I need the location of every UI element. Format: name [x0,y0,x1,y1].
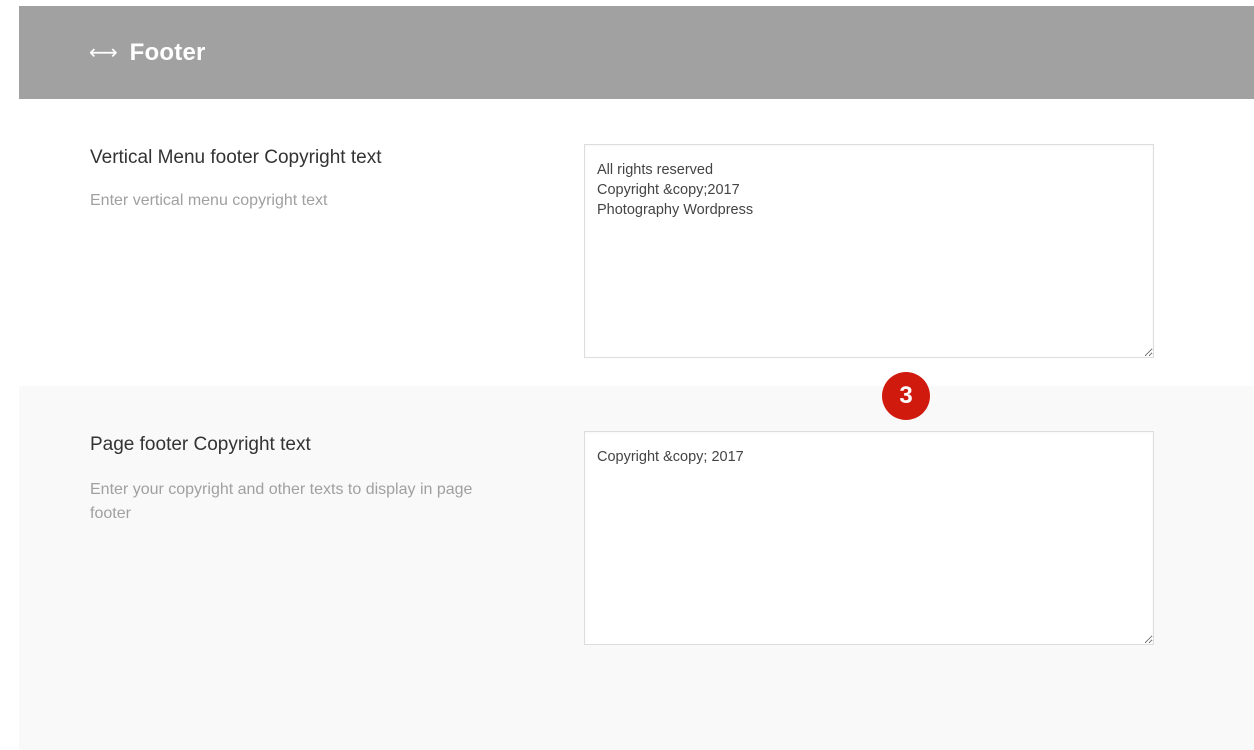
arrows-horizontal-icon: ⟷ [89,41,118,64]
footer-section-header[interactable]: ⟷ Footer [19,6,1254,99]
option-title: Vertical Menu footer Copyright text [90,147,382,168]
vertical-menu-copyright-textarea[interactable]: All rights reserved Copyright &copy;2017… [584,144,1154,358]
option-title: Page footer Copyright text [90,434,311,455]
step-number-badge: 3 [882,372,930,420]
page-footer-copyright-textarea[interactable]: Copyright &copy; 2017 [584,431,1154,645]
option-row-vertical-menu-copyright: Vertical Menu footer Copyright text Ente… [19,99,1254,386]
option-row-page-footer-copyright: Page footer Copyright text Enter your co… [19,386,1254,750]
theme-options-page: ⟷ Footer Vertical Menu footer Copyright … [0,0,1254,750]
section-title: Footer [129,38,206,66]
option-description: Enter vertical menu copyright text [90,192,328,209]
option-description: Enter your copyright and other texts to … [90,481,473,522]
